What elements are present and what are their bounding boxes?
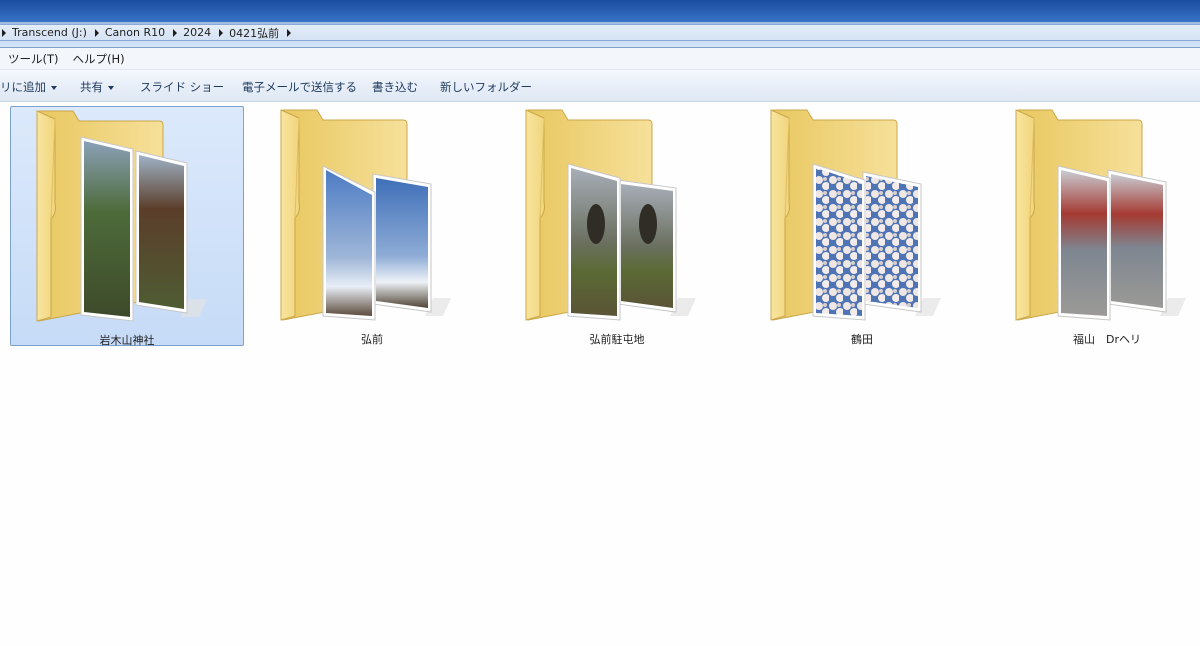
menu-bar: ツール(T) ヘルプ(H) xyxy=(0,48,1200,70)
add-to-library-label: リに追加 xyxy=(0,80,46,94)
share-button[interactable]: 共有 xyxy=(80,79,114,95)
file-list[interactable]: 岩木山神社 弘前 弘前駐屯地 鶴田 福山 Drヘリ xyxy=(0,102,1200,646)
breadcrumb-chevron-icon[interactable] xyxy=(219,28,224,37)
breadcrumb-folder-current[interactable]: 0421弘前 xyxy=(229,25,279,41)
folder-name[interactable]: 福山 Drヘリ xyxy=(990,331,1200,347)
folder-item[interactable]: 弘前 xyxy=(255,106,489,346)
command-bar: リに追加 共有 スライド ショー 電子メールで送信する 書き込む 新しいフォルダ… xyxy=(0,70,1200,102)
address-bar: Transcend (J:) Canon R10 2024 0421弘前 xyxy=(0,22,1200,48)
breadcrumb-chevron-icon[interactable] xyxy=(287,28,292,37)
breadcrumb-chevron-icon[interactable] xyxy=(2,28,6,37)
folder-icon xyxy=(525,109,696,321)
folder-item[interactable]: 福山 Drヘリ xyxy=(990,106,1200,346)
breadcrumb-chevron-icon[interactable] xyxy=(94,28,99,37)
folder-icon xyxy=(770,109,941,321)
breadcrumb[interactable]: Transcend (J:) Canon R10 2024 0421弘前 xyxy=(0,24,1200,41)
folder-name[interactable]: 弘前 xyxy=(255,331,489,347)
breadcrumb-drive[interactable]: Transcend (J:) xyxy=(12,26,87,39)
slideshow-button[interactable]: スライド ショー xyxy=(140,79,224,95)
breadcrumb-folder-year[interactable]: 2024 xyxy=(183,26,211,39)
menu-help[interactable]: ヘルプ(H) xyxy=(73,51,125,67)
folder-icon xyxy=(36,110,207,322)
window-titlebar[interactable] xyxy=(0,0,1200,22)
chevron-down-icon xyxy=(108,85,114,90)
add-to-library-button[interactable]: リに追加 xyxy=(0,79,57,95)
folder-name[interactable]: 岩木山神社 xyxy=(11,332,243,348)
breadcrumb-chevron-icon[interactable] xyxy=(173,28,178,37)
folder-item[interactable]: 岩木山神社 xyxy=(10,106,244,348)
folder-name[interactable]: 弘前駐屯地 xyxy=(500,331,734,347)
folder-item[interactable]: 鶴田 xyxy=(745,106,979,346)
share-label: 共有 xyxy=(80,80,103,94)
folder-name[interactable]: 鶴田 xyxy=(745,331,979,347)
folder-icon xyxy=(280,109,451,321)
folder-item[interactable]: 弘前駐屯地 xyxy=(500,106,734,346)
menu-tools[interactable]: ツール(T) xyxy=(8,51,59,67)
chevron-down-icon xyxy=(51,85,57,90)
burn-button[interactable]: 書き込む xyxy=(372,79,418,95)
email-button[interactable]: 電子メールで送信する xyxy=(242,79,357,95)
folder-icon xyxy=(1015,109,1186,321)
breadcrumb-folder-canon[interactable]: Canon R10 xyxy=(105,26,165,39)
new-folder-button[interactable]: 新しいフォルダー xyxy=(440,79,532,95)
